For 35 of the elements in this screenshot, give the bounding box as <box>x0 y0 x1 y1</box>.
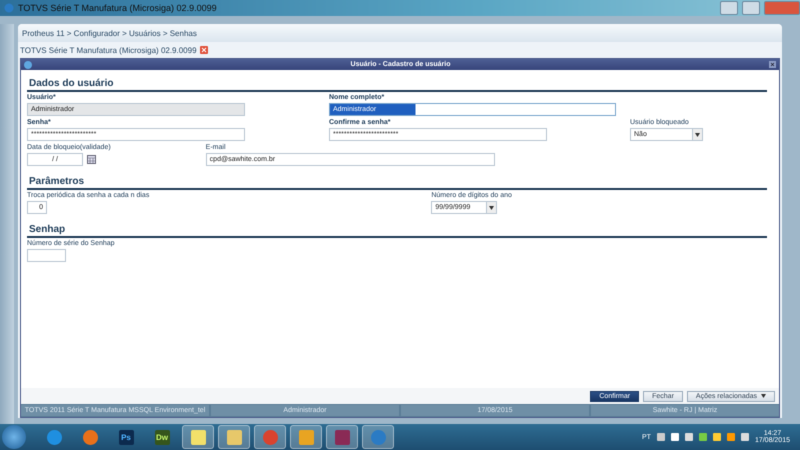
app-icon <box>82 430 98 444</box>
taskbar-button[interactable] <box>362 425 394 449</box>
caret-icon <box>761 394 766 398</box>
caret-icon <box>489 206 494 210</box>
maximize-button[interactable] <box>742 1 760 15</box>
breadcrumb: Protheus 11 > Configurador > Usuários > Senhas <box>18 24 782 42</box>
app-icon <box>4 3 14 13</box>
app-icon <box>298 430 314 444</box>
app-icon <box>370 430 386 444</box>
app-icon <box>190 430 206 444</box>
section-title: Parâmetros <box>27 174 767 190</box>
app-icon <box>226 430 242 444</box>
app-icon <box>46 430 62 444</box>
section-title: Dados do usuário <box>27 76 767 92</box>
caret-icon <box>695 132 700 136</box>
minimize-button[interactable] <box>720 1 738 15</box>
taskbar-button[interactable]: Ps <box>110 425 142 449</box>
close-icon[interactable] <box>769 61 776 68</box>
input-field[interactable] <box>27 249 66 262</box>
taskbar-button[interactable]: Dw <box>146 425 178 449</box>
taskbar-button[interactable] <box>290 425 322 449</box>
app-icon <box>24 60 32 68</box>
section-title: Senhap <box>27 222 767 238</box>
tab[interactable]: TOTVS Série T Manufatura (Microsiga) 02.9.0099 <box>20 46 197 54</box>
taskbar-button[interactable] <box>254 425 286 449</box>
app-icon: Dw <box>154 430 170 444</box>
calendar-icon[interactable] <box>87 155 96 164</box>
start-button[interactable] <box>2 425 26 449</box>
app-icon <box>262 430 278 444</box>
taskbar-button[interactable] <box>326 425 358 449</box>
window-title: TOTVS Série T Manufatura (Microsiga) 02.9.0099 <box>18 3 218 13</box>
app-icon: Ps <box>118 430 134 444</box>
taskbar-button[interactable] <box>182 425 214 449</box>
app-icon <box>334 430 350 444</box>
taskbar-button[interactable] <box>218 425 250 449</box>
